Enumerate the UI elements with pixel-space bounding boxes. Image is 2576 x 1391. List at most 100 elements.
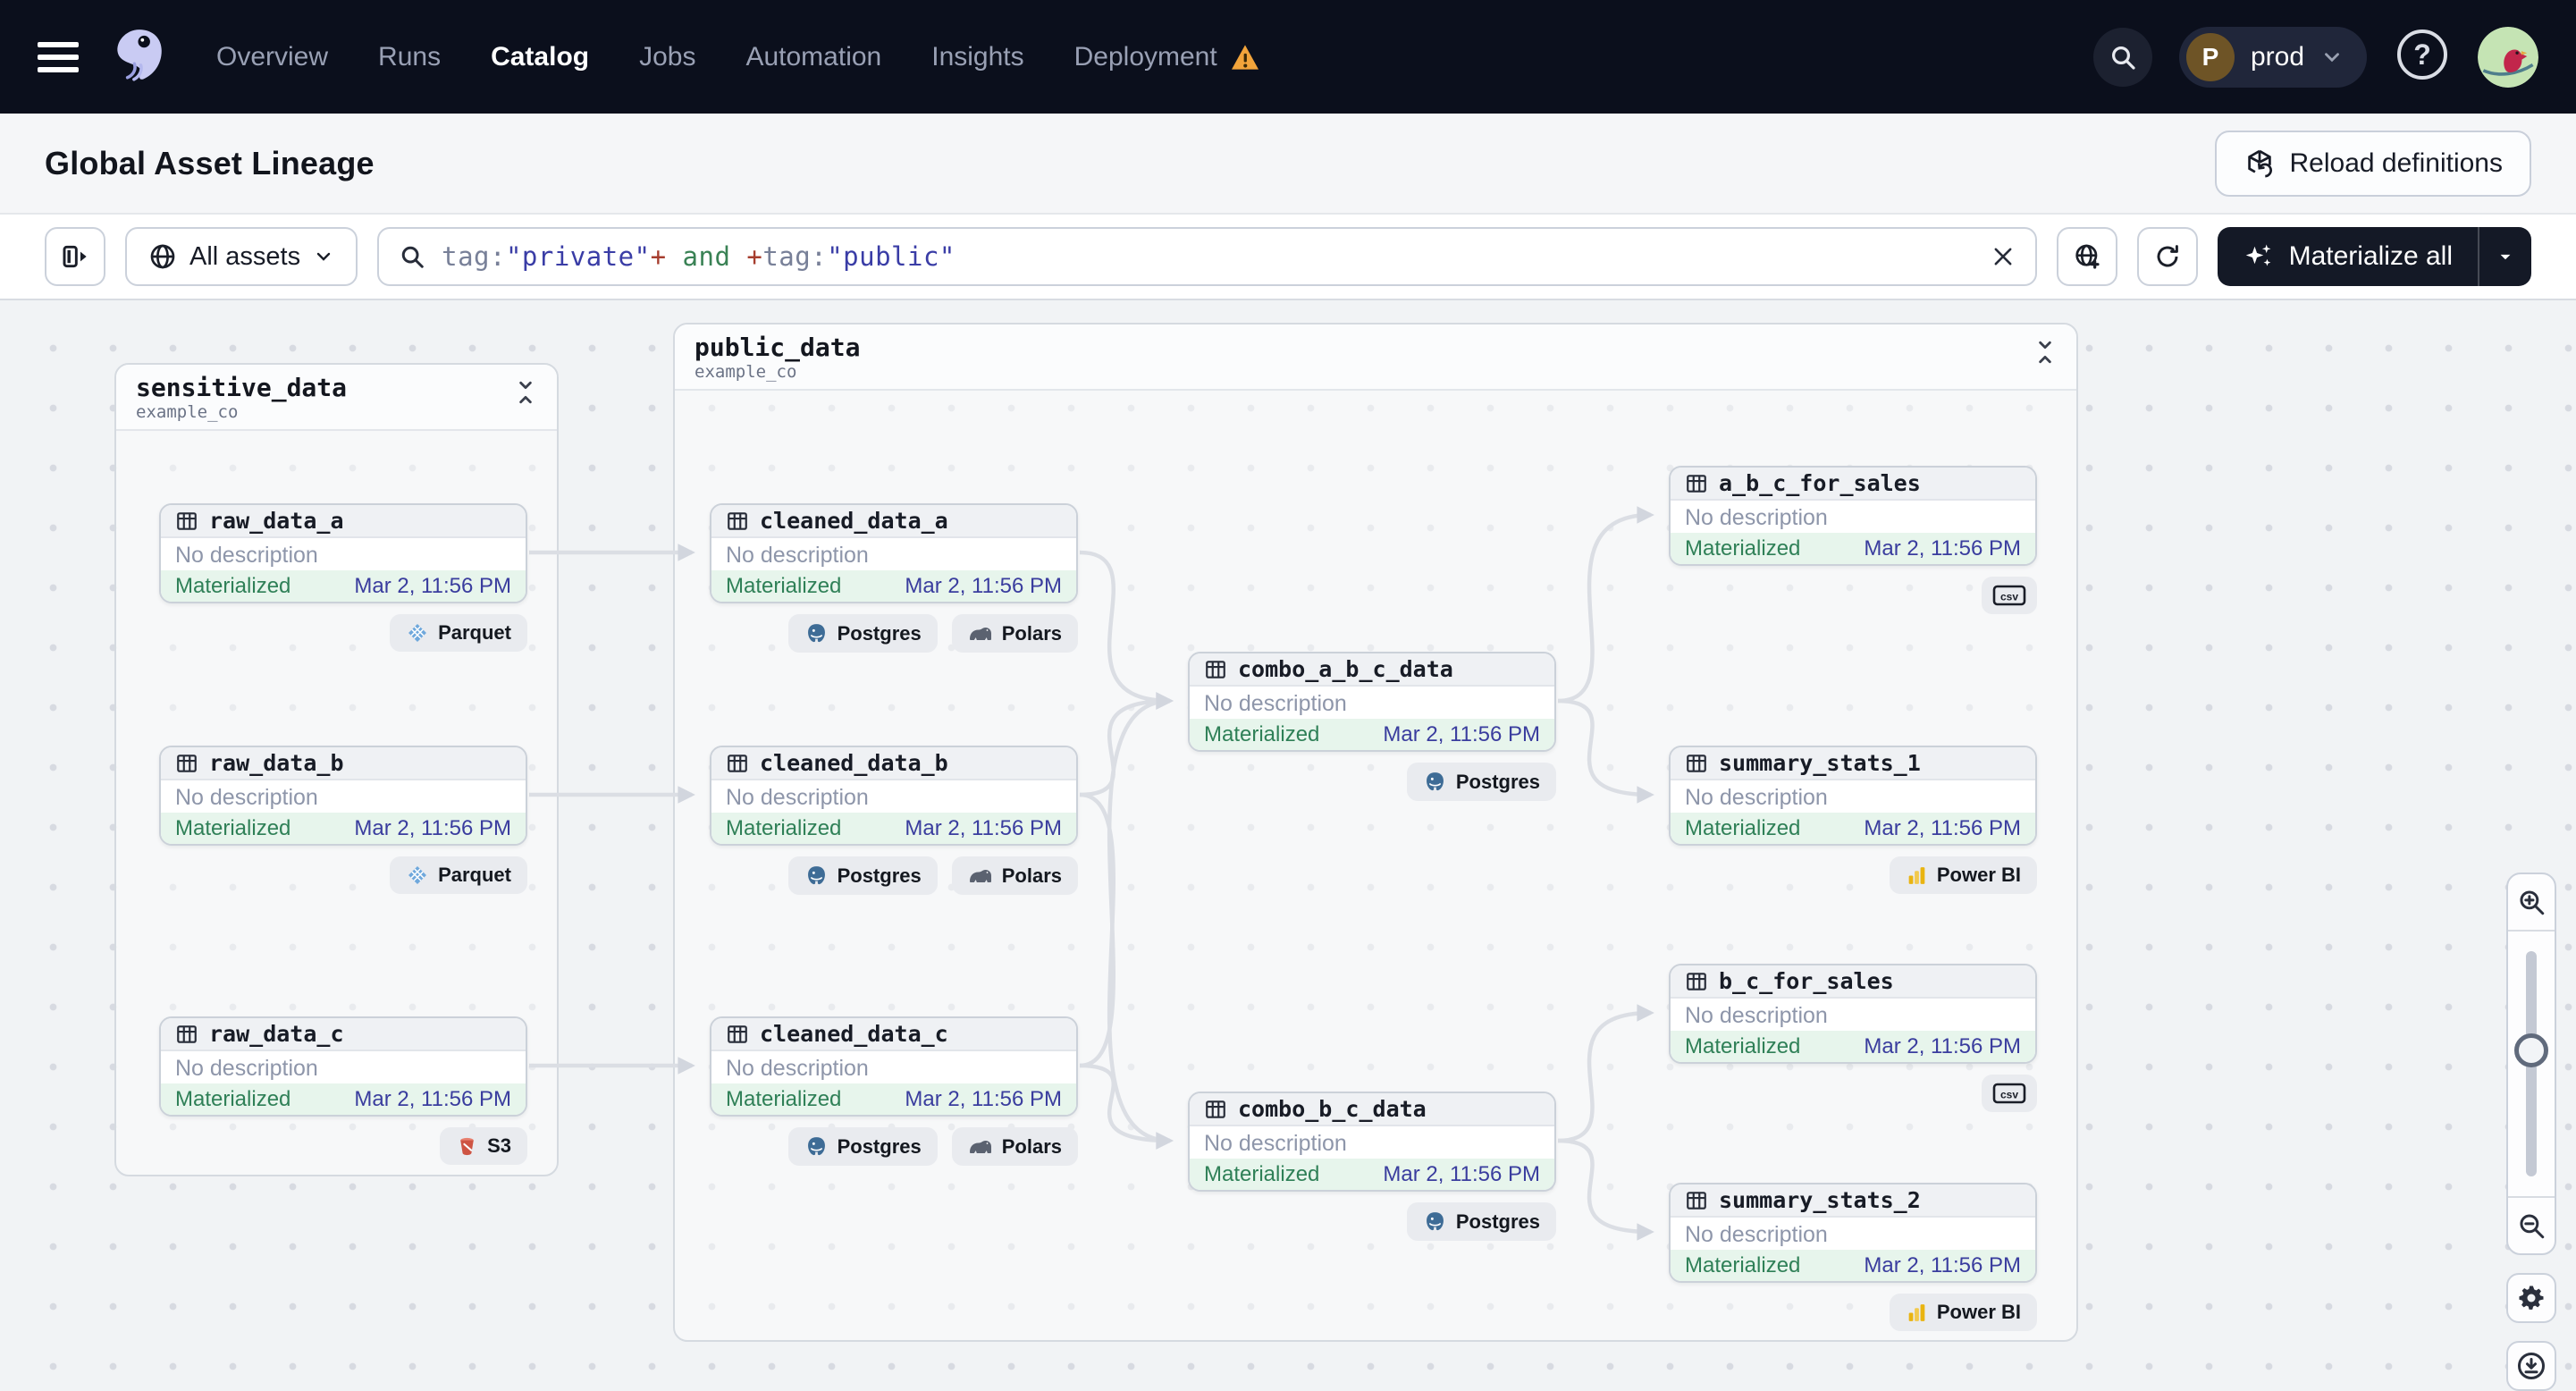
kind-badge-polars[interactable]: Polars: [951, 1127, 1078, 1166]
global-search-button[interactable]: [2092, 27, 2152, 87]
s3-icon: [460, 1137, 474, 1155]
kind-badge-polars[interactable]: Polars: [951, 856, 1078, 895]
asset-node-cleaned_data_b[interactable]: cleaned_data_b No description Materializ…: [710, 746, 1078, 846]
kind-badge-postgres[interactable]: Postgres: [787, 1127, 938, 1166]
asset-node-b_c_for_sales[interactable]: b_c_for_sales No description Materialize…: [1669, 964, 2037, 1064]
lineage-canvas[interactable]: sensitive_data example_co public_data ex…: [0, 300, 2576, 1391]
kind-label: S3: [487, 1134, 511, 1157]
dagster-logo[interactable]: [109, 25, 168, 89]
asset-node-header[interactable]: raw_data_a: [161, 505, 526, 538]
kind-badge-postgres[interactable]: Postgres: [787, 614, 938, 653]
nav-item-jobs[interactable]: Jobs: [639, 42, 695, 72]
asset-node-header[interactable]: a_b_c_for_sales: [1671, 468, 2035, 501]
download-graph-button[interactable]: [2506, 1341, 2556, 1391]
asset-node-summary_stats_1[interactable]: summary_stats_1 No description Materiali…: [1669, 746, 2037, 846]
refresh-graph-button[interactable]: [2136, 227, 2198, 286]
zoom-slider[interactable]: [2508, 930, 2555, 1198]
kind-badge-polars[interactable]: Polars: [951, 614, 1078, 653]
reload-definitions-button[interactable]: Reload definitions: [2214, 130, 2531, 197]
kind-badge-power-bi[interactable]: Power BI: [1889, 856, 2037, 894]
kind-badge-csv[interactable]: csv: [1982, 1075, 2037, 1112]
zoom-out-button[interactable]: [2508, 1198, 2555, 1253]
collapse-group-button[interactable]: [514, 374, 537, 410]
asset-node-header[interactable]: b_c_for_sales: [1671, 965, 2035, 999]
group-header[interactable]: sensitive_data example_co: [116, 365, 557, 431]
menu-icon[interactable]: [38, 41, 79, 72]
asset-node-header[interactable]: raw_data_c: [161, 1018, 526, 1051]
table-icon: [1687, 474, 1706, 493]
kind-badge-parquet[interactable]: Parquet: [390, 614, 527, 652]
status-label: Materialized: [1204, 721, 1320, 746]
asset-node-combo_b_c_data[interactable]: combo_b_c_data No description Materializ…: [1188, 1092, 1556, 1192]
help-button[interactable]: ?: [2394, 26, 2451, 88]
materialize-options-caret[interactable]: [2479, 227, 2531, 286]
kind-badge-postgres[interactable]: Postgres: [1406, 763, 1556, 801]
kind-badge-power-bi[interactable]: Power BI: [1889, 1294, 2037, 1331]
asset-node-header[interactable]: summary_stats_2: [1671, 1184, 2035, 1218]
postgres-icon: [807, 624, 825, 643]
kind-badge-s3[interactable]: S3: [440, 1127, 527, 1165]
asset-node-header[interactable]: cleaned_data_b: [711, 747, 1076, 780]
environment-switcher[interactable]: P prod: [2178, 26, 2367, 88]
materialize-all-main[interactable]: Materialize all: [2218, 227, 2478, 286]
group-header[interactable]: public_data example_co: [675, 325, 2076, 391]
asset-node-cleaned_data_a[interactable]: cleaned_data_a No description Materializ…: [710, 503, 1078, 603]
polars-icon: [969, 1140, 991, 1153]
asset-description: No description: [175, 1056, 318, 1081]
chevron-down-icon: [316, 252, 331, 261]
status-label: Materialized: [175, 815, 291, 840]
kind-badge-csv[interactable]: csv: [1982, 577, 2037, 614]
asset-node-raw_data_b[interactable]: raw_data_b No description Materialized M…: [159, 746, 527, 846]
collapse-group-button[interactable]: [2033, 333, 2057, 370]
table-icon: [1687, 1191, 1706, 1210]
asset-node-cleaned_data_c[interactable]: cleaned_data_c No description Materializ…: [710, 1016, 1078, 1117]
open-sidebar-button[interactable]: [45, 227, 105, 286]
asset-node-header[interactable]: summary_stats_1: [1671, 747, 2035, 780]
postgres-icon: [807, 1137, 825, 1156]
kind-badge-postgres[interactable]: Postgres: [787, 856, 938, 895]
asset-node-header[interactable]: cleaned_data_c: [711, 1018, 1076, 1051]
nav-item-overview[interactable]: Overview: [216, 42, 328, 72]
clear-filter-icon[interactable]: [1991, 244, 2016, 269]
filter-to-group-button[interactable]: [2056, 227, 2117, 286]
materialization-time: Mar 2, 11:56 PM: [1864, 1252, 2021, 1277]
nav-item-automation[interactable]: Automation: [745, 42, 881, 72]
asset-node-raw_data_a[interactable]: raw_data_a No description Materialized M…: [159, 503, 527, 603]
asset-node-raw_data_c[interactable]: raw_data_c No description Materialized M…: [159, 1016, 527, 1117]
nav-item-insights[interactable]: Insights: [931, 42, 1023, 72]
nav-item-deployment[interactable]: Deployment: [1074, 42, 1260, 72]
collapse-group-icon: [2039, 341, 2051, 364]
kind-badge-postgres[interactable]: Postgres: [1406, 1202, 1556, 1241]
asset-kind-badges: Parquet: [159, 614, 527, 652]
asset-status-row: Materialized Mar 2, 11:56 PM: [711, 570, 1076, 602]
query-token: and: [666, 241, 747, 272]
asset-node-header[interactable]: combo_a_b_c_data: [1190, 653, 1554, 687]
parquet-icon: [408, 866, 427, 884]
asset-node-a_b_c_for_sales[interactable]: a_b_c_for_sales No description Materiali…: [1669, 466, 2037, 566]
nav-item-runs[interactable]: Runs: [378, 42, 441, 72]
kind-label: Postgres: [1455, 770, 1540, 793]
zoom-slider-handle[interactable]: [2514, 1033, 2548, 1068]
status-label: Materialized: [1685, 535, 1801, 561]
asset-node-header[interactable]: raw_data_b: [161, 747, 526, 780]
asset-status-row: Materialized Mar 2, 11:56 PM: [1671, 1031, 2035, 1062]
collapse-group-icon: [519, 381, 532, 404]
materialize-all-button[interactable]: Materialize all: [2217, 227, 2531, 286]
asset-node-header[interactable]: combo_b_c_data: [1190, 1093, 1554, 1126]
asset-scope-dropdown[interactable]: All assets: [125, 227, 358, 286]
status-label: Materialized: [175, 1086, 291, 1111]
asset-node-header[interactable]: cleaned_data_a: [711, 505, 1076, 538]
user-avatar[interactable]: [2478, 26, 2538, 88]
asset-status-row: Materialized Mar 2, 11:56 PM: [1190, 1159, 1554, 1190]
status-label: Materialized: [175, 573, 291, 598]
kind-badge-parquet[interactable]: Parquet: [390, 856, 527, 894]
asset-kind-badges: Postgres: [1188, 763, 1556, 801]
nav-item-catalog[interactable]: Catalog: [491, 42, 589, 72]
asset-filter-input[interactable]: tag:"private"+ and +tag:"public": [377, 227, 2037, 286]
caret-down-icon: [2500, 254, 2511, 260]
zoom-in-button[interactable]: [2508, 874, 2555, 930]
asset-node-summary_stats_2[interactable]: summary_stats_2 No description Materiali…: [1669, 1183, 2037, 1283]
graph-settings-button[interactable]: [2506, 1273, 2556, 1323]
asset-node-combo_a_b_c_data[interactable]: combo_a_b_c_data No description Material…: [1188, 652, 1556, 752]
globe-icon: [150, 244, 175, 269]
